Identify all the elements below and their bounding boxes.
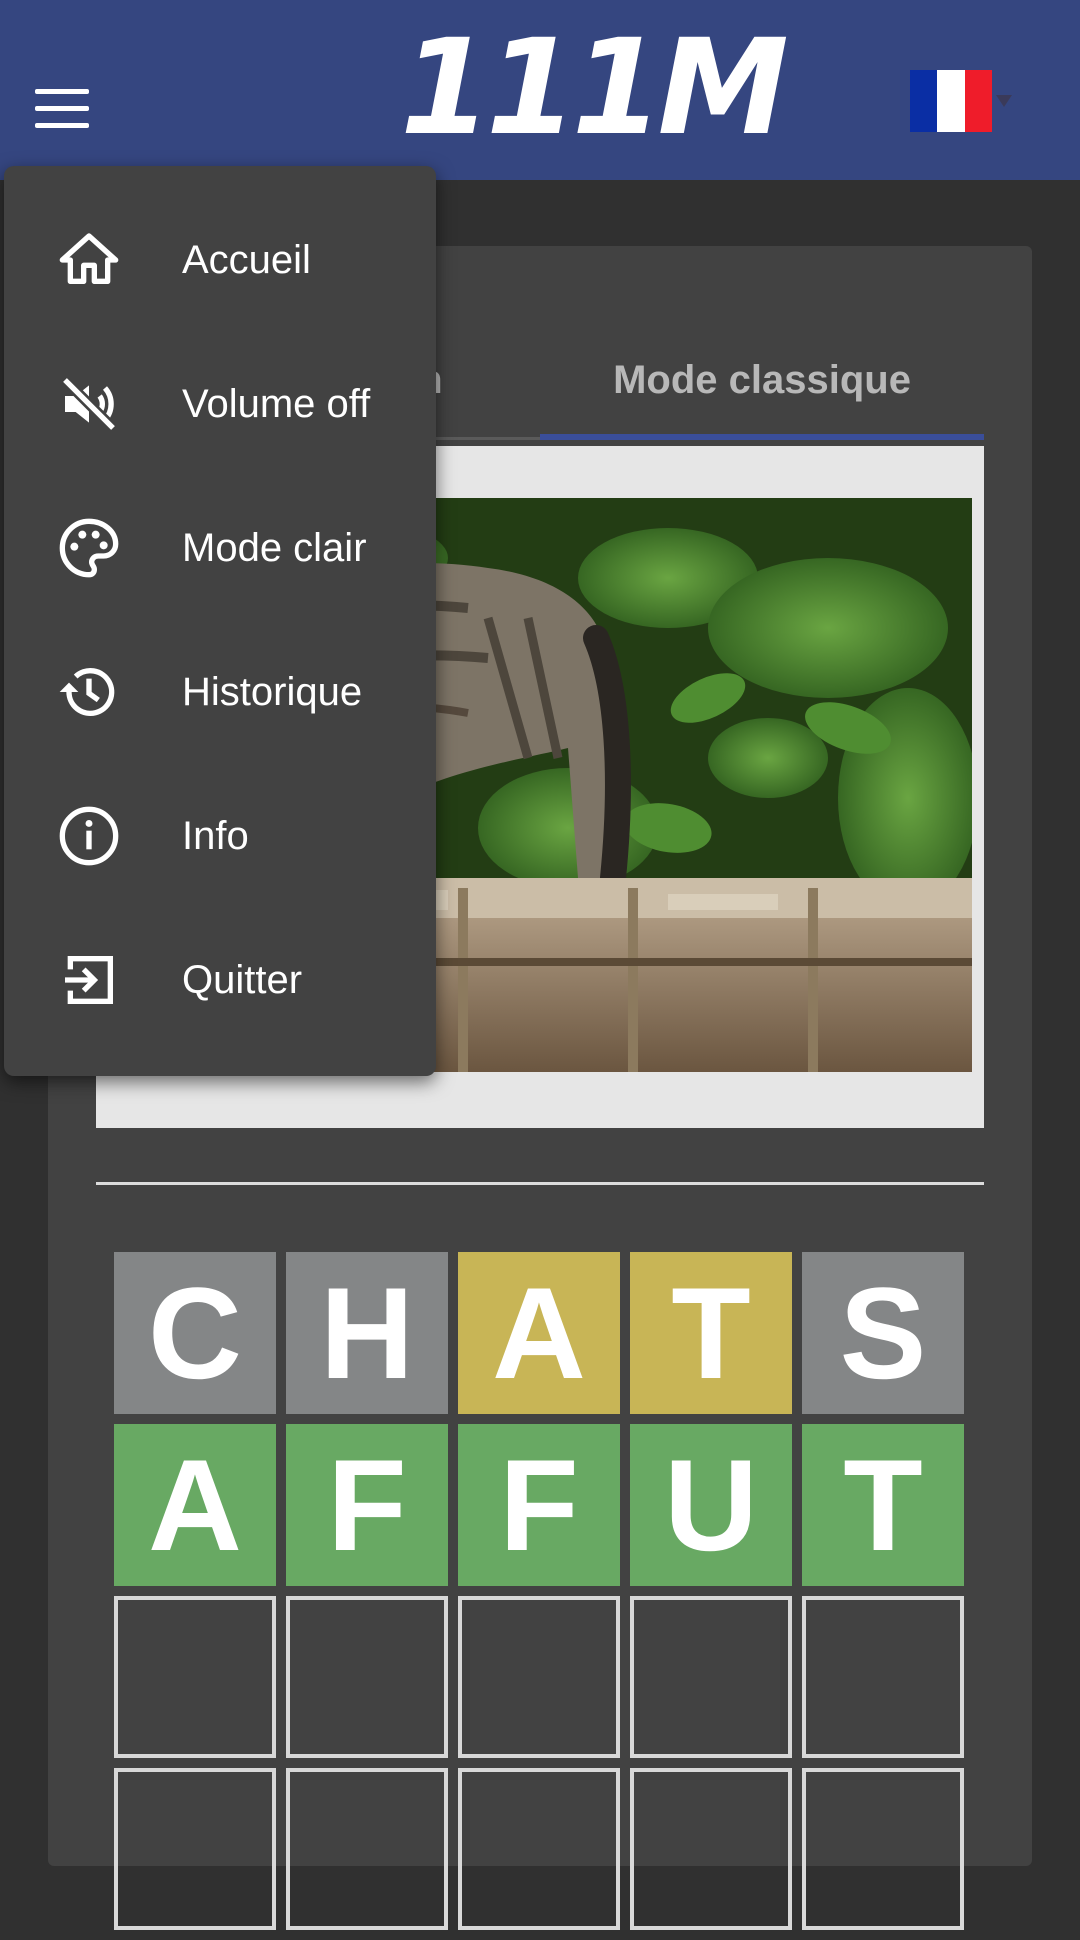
tab-label: Mode classique [613,357,911,402]
menu-icon-bar [35,122,89,128]
empty-tile [630,1768,792,1930]
divider [96,1182,984,1185]
letter-tile: S [802,1252,964,1414]
menu-item-history[interactable]: Historique [4,620,436,764]
guess-grid: C H A T S A F F U T [114,1252,966,1940]
language-select[interactable] [910,68,1020,134]
empty-tile [286,1768,448,1930]
empty-tile [802,1596,964,1758]
letter-tile: A [458,1252,620,1414]
guess-row: A F F U T [114,1424,966,1586]
volume-off-icon [56,371,122,437]
palette-icon [56,515,122,581]
menu-item-label: Mode clair [182,525,367,570]
france-flag-icon [910,70,992,132]
letter-tile: H [286,1252,448,1414]
home-icon [56,227,122,293]
app-header: 111M [0,0,1080,180]
menu-item-label: Historique [182,669,363,714]
menu-icon-bar [35,105,89,111]
menu-item-label: Info [182,813,249,858]
side-menu: Accueil Volume off Mode clair Historique… [4,166,436,1076]
letter-tile: F [286,1424,448,1586]
tab-classic-mode[interactable]: Mode classique [540,320,984,440]
letter-tile: T [630,1252,792,1414]
menu-item-home[interactable]: Accueil [4,188,436,332]
guess-row: C H A T S [114,1252,966,1414]
app-logo[interactable]: 111M [400,18,789,158]
letter-tile: F [458,1424,620,1586]
letter-tile: A [114,1424,276,1586]
menu-item-quit[interactable]: Quitter [4,908,436,1052]
menu-item-volume[interactable]: Volume off [4,332,436,476]
empty-tile [114,1596,276,1758]
menu-icon-bar [35,88,89,94]
info-icon [56,803,122,869]
empty-tile [458,1768,620,1930]
menu-item-label: Volume off [182,381,371,426]
menu-item-label: Quitter [182,957,303,1002]
menu-item-label: Accueil [182,237,311,282]
empty-tile [114,1768,276,1930]
empty-tile [286,1596,448,1758]
menu-item-info[interactable]: Info [4,764,436,908]
history-icon [56,659,122,725]
empty-tile [802,1768,964,1930]
active-tab-indicator [540,434,984,440]
menu-item-theme[interactable]: Mode clair [4,476,436,620]
empty-tile [458,1596,620,1758]
guess-row [114,1768,966,1930]
menu-button[interactable] [24,70,100,146]
letter-tile: C [114,1252,276,1414]
exit-icon [56,947,122,1013]
guess-row [114,1596,966,1758]
letter-tile: U [630,1424,792,1586]
empty-tile [630,1596,792,1758]
letter-tile: T [802,1424,964,1586]
dropdown-arrow-icon [996,95,1012,107]
